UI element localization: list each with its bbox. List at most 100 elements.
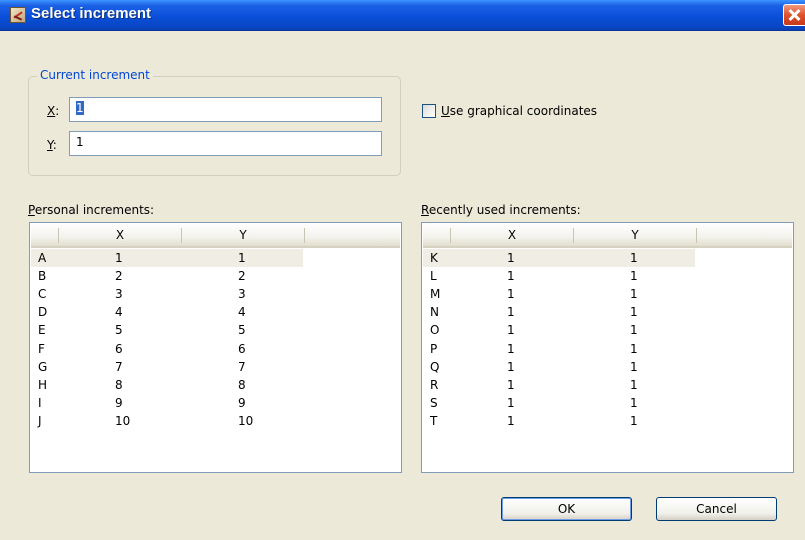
cell-name: K bbox=[430, 251, 438, 265]
table-row[interactable]: O 1 1 bbox=[423, 321, 695, 339]
x-field-label: X: bbox=[47, 104, 60, 118]
cell-y: 5 bbox=[238, 323, 246, 338]
cell-x: 6 bbox=[115, 341, 123, 356]
cell-name: G bbox=[38, 359, 48, 374]
cell-y: 1 bbox=[630, 377, 638, 392]
table-row[interactable]: T 1 1 bbox=[423, 412, 695, 430]
cell-y: 6 bbox=[238, 341, 246, 356]
cancel-button[interactable]: Cancel bbox=[656, 497, 777, 521]
cell-name: S bbox=[430, 395, 438, 410]
cell-name: P bbox=[430, 341, 438, 356]
cell-x: 1 bbox=[507, 323, 515, 338]
cell-name: M bbox=[430, 287, 441, 302]
cell-name: D bbox=[38, 305, 48, 320]
column-header-y[interactable]: Y bbox=[182, 224, 304, 246]
x-increment-input[interactable]: 1 bbox=[69, 97, 382, 122]
table-row[interactable]: R 1 1 bbox=[423, 376, 695, 394]
cell-x: 4 bbox=[115, 305, 123, 320]
column-header-x[interactable]: X bbox=[451, 224, 573, 246]
select-increment-dialog: Select increment Current increment X: 1 … bbox=[0, 0, 805, 540]
cell-name: E bbox=[38, 323, 46, 338]
y-increment-input[interactable]: 1 bbox=[69, 131, 382, 156]
cell-name: C bbox=[38, 287, 47, 302]
cell-y: 1 bbox=[630, 269, 638, 284]
cell-x: 1 bbox=[507, 287, 515, 302]
cell-y: 1 bbox=[630, 323, 638, 338]
column-header-y[interactable]: Y bbox=[574, 224, 696, 246]
cell-x: 3 bbox=[115, 287, 123, 302]
column-header-x[interactable]: X bbox=[59, 224, 181, 246]
cell-y: 9 bbox=[238, 395, 246, 410]
cell-x: 9 bbox=[115, 395, 123, 410]
cell-name: F bbox=[38, 341, 45, 356]
cell-x: 10 bbox=[115, 413, 131, 428]
table-row[interactable]: H 8 8 bbox=[31, 376, 303, 394]
graphical-coordinates-label[interactable]: Use graphical coordinates bbox=[441, 104, 597, 118]
cell-name: O bbox=[430, 323, 440, 338]
close-icon[interactable] bbox=[783, 4, 805, 26]
list-header: X Y bbox=[31, 224, 400, 248]
cell-x: 1 bbox=[115, 251, 123, 265]
table-row[interactable]: L 1 1 bbox=[423, 267, 695, 285]
cell-x: 8 bbox=[115, 377, 123, 392]
personal-increments-label: Personal increments: bbox=[28, 203, 155, 217]
current-increment-group bbox=[28, 76, 401, 176]
cell-x: 1 bbox=[507, 413, 515, 428]
cell-name: H bbox=[38, 377, 48, 392]
cell-y: 4 bbox=[238, 305, 246, 320]
cell-name: Q bbox=[430, 359, 440, 374]
cell-name: B bbox=[38, 269, 47, 284]
cell-name: R bbox=[430, 377, 439, 392]
window-title: Select increment bbox=[31, 5, 152, 22]
table-row[interactable]: M 1 1 bbox=[423, 285, 695, 303]
cell-y: 2 bbox=[238, 269, 246, 284]
table-row[interactable]: D 4 4 bbox=[31, 303, 303, 321]
cell-name: A bbox=[38, 251, 47, 265]
ok-button[interactable]: OK bbox=[501, 497, 632, 521]
table-row[interactable]: A 1 1 bbox=[31, 249, 303, 267]
cell-name: I bbox=[38, 395, 42, 410]
table-row[interactable]: F 6 6 bbox=[31, 340, 303, 358]
cell-x: 1 bbox=[507, 359, 515, 374]
cell-x: 1 bbox=[507, 341, 515, 356]
table-row[interactable]: B 2 2 bbox=[31, 267, 303, 285]
cell-y: 1 bbox=[630, 305, 638, 320]
cell-y: 1 bbox=[630, 395, 638, 410]
table-row[interactable]: J 10 10 bbox=[31, 412, 303, 430]
cell-x: 1 bbox=[507, 269, 515, 284]
table-row[interactable]: E 5 5 bbox=[31, 321, 303, 339]
cell-y: 10 bbox=[238, 413, 254, 428]
table-row[interactable]: N 1 1 bbox=[423, 303, 695, 321]
table-row[interactable]: Q 1 1 bbox=[423, 358, 695, 376]
cell-name: N bbox=[430, 305, 439, 320]
cell-y: 1 bbox=[238, 251, 246, 265]
cell-name: L bbox=[430, 269, 437, 284]
cell-name: T bbox=[430, 413, 438, 428]
cell-x: 1 bbox=[507, 377, 515, 392]
cell-x: 1 bbox=[507, 251, 515, 265]
table-row[interactable]: K 1 1 bbox=[423, 249, 695, 267]
table-row[interactable]: P 1 1 bbox=[423, 340, 695, 358]
cell-y: 1 bbox=[630, 251, 638, 265]
table-row[interactable]: I 9 9 bbox=[31, 394, 303, 412]
cell-y: 1 bbox=[630, 341, 638, 356]
app-icon bbox=[10, 7, 26, 23]
table-row[interactable]: G 7 7 bbox=[31, 358, 303, 376]
column-header-name[interactable] bbox=[423, 224, 450, 246]
cell-y: 1 bbox=[630, 287, 638, 302]
personal-increments-list[interactable]: X Y A 1 1 B 2 2 C 3 3 D 4 4 E 5 5 F 6 6 G 7 7 H 8 8 I 9 9 J 10 10 bbox=[29, 222, 402, 473]
title-bar[interactable]: Select increment bbox=[0, 0, 805, 31]
cell-y: 1 bbox=[630, 413, 638, 428]
cell-x: 2 bbox=[115, 269, 123, 284]
cell-name: J bbox=[38, 413, 42, 428]
table-row[interactable]: C 3 3 bbox=[31, 285, 303, 303]
cell-y: 3 bbox=[238, 287, 246, 302]
table-row[interactable]: S 1 1 bbox=[423, 394, 695, 412]
cell-y: 1 bbox=[630, 359, 638, 374]
column-header-name[interactable] bbox=[31, 224, 58, 246]
graphical-coordinates-checkbox[interactable] bbox=[422, 104, 436, 118]
cell-x: 1 bbox=[507, 395, 515, 410]
recent-increments-list[interactable]: X Y K 1 1 L 1 1 M 1 1 N 1 1 O 1 1 P 1 1 Q 1 1 R 1 1 S 1 1 T 1 1 bbox=[421, 222, 794, 473]
cell-y: 7 bbox=[238, 359, 246, 374]
list-header: X Y bbox=[423, 224, 792, 248]
